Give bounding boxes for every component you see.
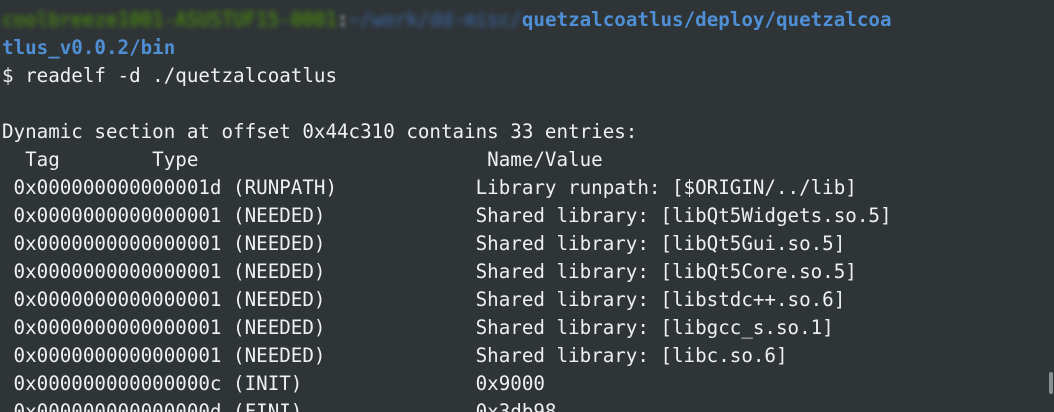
prompt-line: coolbreeze1001-ASUSTUF15-0001:~/work/dd-… bbox=[2, 6, 892, 34]
output-header: Tag Type Name/Value bbox=[2, 148, 603, 171]
vertical-scrollbar[interactable] bbox=[1048, 0, 1054, 412]
terminal-window[interactable]: coolbreeze1001-ASUSTUF15-0001:~/work/dd-… bbox=[0, 0, 1054, 412]
dynamic-entry-row: 0x000000000000001d (RUNPATH) Library run… bbox=[2, 176, 857, 199]
dynamic-entry-row: 0x0000000000000001 (NEEDED) Shared libra… bbox=[2, 232, 846, 255]
dynamic-entry-row: 0x0000000000000001 (NEEDED) Shared libra… bbox=[2, 316, 834, 339]
dynamic-entry-row: 0x000000000000000c (INIT) 0x9000 bbox=[2, 372, 545, 395]
prompt-path-continued: tlus_v0.0.2/bin bbox=[2, 36, 176, 59]
dynamic-entry-row: 0x000000000000000d (FINI) 0x3db98 bbox=[2, 400, 557, 412]
output-summary: Dynamic section at offset 0x44c310 conta… bbox=[2, 120, 638, 143]
prompt-path: quetzalcoatlus/deploy/quetzalcoa bbox=[521, 8, 892, 31]
dynamic-entry-row: 0x0000000000000001 (NEEDED) Shared libra… bbox=[2, 260, 857, 283]
prompt-path-hidden: ~/work/dd-misc/ bbox=[348, 8, 522, 31]
prompt-separator: : bbox=[337, 8, 349, 31]
dynamic-entry-row: 0x0000000000000001 (NEEDED) Shared libra… bbox=[2, 288, 846, 311]
dynamic-entry-row: 0x0000000000000001 (NEEDED) Shared libra… bbox=[2, 344, 788, 367]
command-line: $ readelf -d ./quetzalcoatlus bbox=[2, 64, 338, 87]
scrollbar-thumb[interactable] bbox=[1049, 372, 1053, 394]
dynamic-entry-row: 0x0000000000000001 (NEEDED) Shared libra… bbox=[2, 204, 892, 227]
prompt-host: coolbreeze1001-ASUSTUF15-0001 bbox=[2, 8, 338, 31]
